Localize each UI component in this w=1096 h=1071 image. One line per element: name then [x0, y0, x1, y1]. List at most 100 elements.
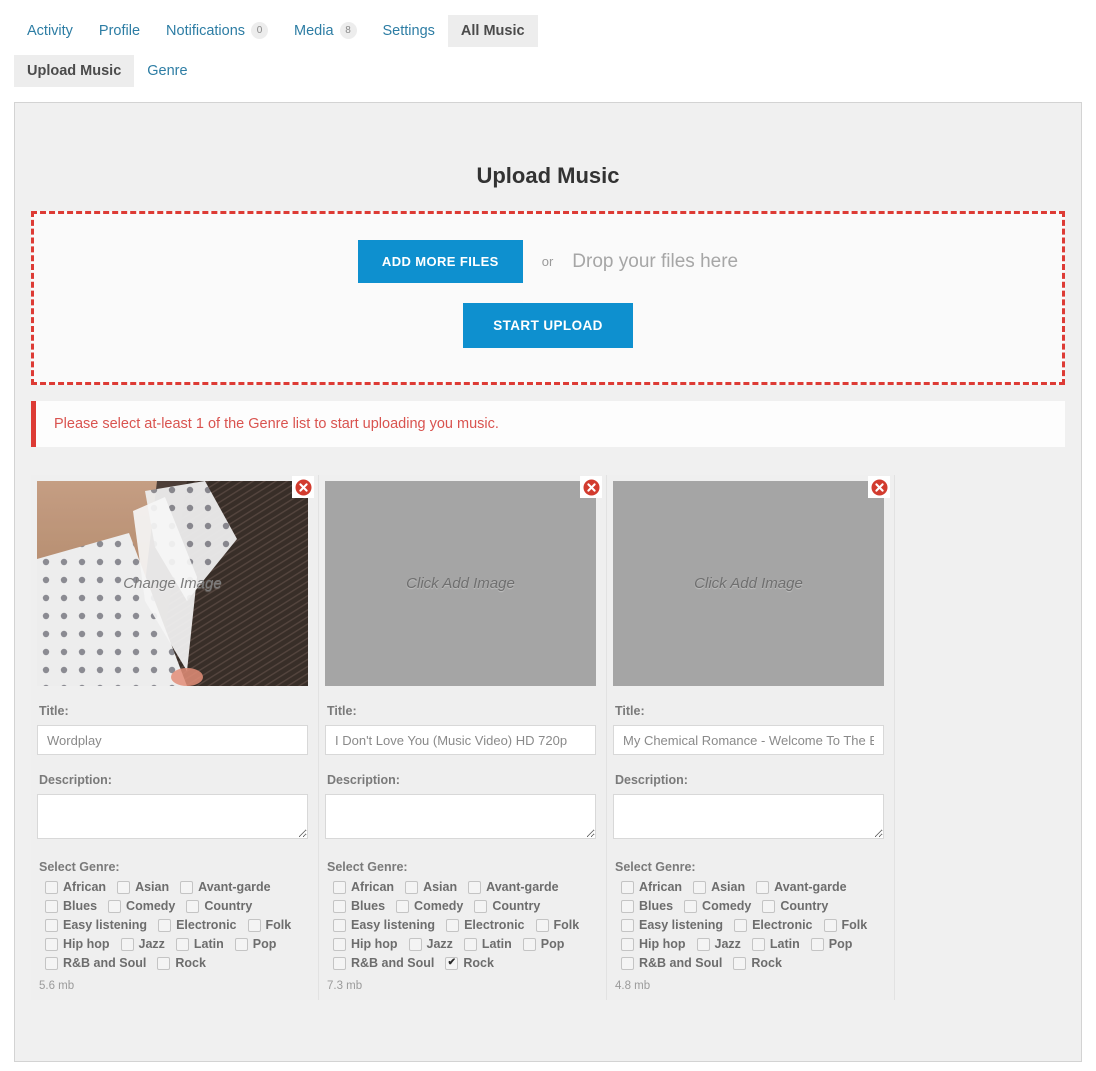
genre-option-pop[interactable]: Pop	[522, 937, 564, 951]
genre-checkbox[interactable]	[333, 918, 346, 932]
genre-checkbox[interactable]	[117, 880, 131, 894]
genre-checkbox[interactable]	[186, 899, 200, 913]
genre-checkbox[interactable]	[621, 956, 634, 970]
genre-checkbox[interactable]	[180, 880, 194, 894]
genre-option-r-b-and-soul[interactable]: R&B and Soul	[621, 956, 722, 970]
genre-checkbox[interactable]	[45, 880, 58, 894]
genre-option-easy-listening[interactable]: Easy listening	[333, 918, 435, 932]
genre-option-country[interactable]: Country	[762, 899, 828, 913]
genre-checkbox[interactable]	[445, 956, 459, 970]
genre-checkbox[interactable]	[474, 899, 488, 913]
remove-file-button[interactable]	[292, 476, 314, 498]
genre-option-electronic[interactable]: Electronic	[158, 918, 237, 932]
title-input[interactable]	[613, 725, 884, 755]
image-picker[interactable]: Click Add Image	[613, 481, 884, 686]
genre-checkbox[interactable]	[234, 937, 248, 951]
genre-option-jazz[interactable]: Jazz	[408, 937, 453, 951]
genre-option-latin[interactable]: Latin	[751, 937, 800, 951]
remove-file-button[interactable]	[580, 476, 602, 498]
genre-checkbox[interactable]	[45, 937, 58, 951]
genre-option-blues[interactable]: Blues	[621, 899, 673, 913]
genre-option-latin[interactable]: Latin	[175, 937, 224, 951]
genre-option-jazz[interactable]: Jazz	[696, 937, 741, 951]
nav-item-profile[interactable]: Profile	[86, 15, 153, 47]
genre-option-avant-garde[interactable]: Avant-garde	[468, 880, 559, 894]
genre-checkbox[interactable]	[696, 937, 710, 951]
genre-option-folk[interactable]: Folk	[823, 918, 867, 932]
genre-option-asian[interactable]: Asian	[405, 880, 457, 894]
start-upload-button[interactable]: START UPLOAD	[463, 303, 633, 348]
genre-option-rock[interactable]: Rock	[733, 956, 782, 970]
nav-item-settings[interactable]: Settings	[370, 15, 448, 47]
genre-checkbox[interactable]	[247, 918, 261, 932]
genre-checkbox[interactable]	[120, 937, 134, 951]
genre-option-hip-hop[interactable]: Hip hop	[45, 937, 110, 951]
genre-checkbox[interactable]	[45, 956, 58, 970]
genre-option-easy-listening[interactable]: Easy listening	[45, 918, 147, 932]
title-input[interactable]	[37, 725, 308, 755]
description-textarea[interactable]	[613, 794, 884, 839]
genre-option-r-b-and-soul[interactable]: R&B and Soul	[45, 956, 146, 970]
genre-checkbox[interactable]	[621, 899, 634, 913]
genre-option-easy-listening[interactable]: Easy listening	[621, 918, 723, 932]
genre-checkbox[interactable]	[468, 880, 482, 894]
remove-file-button[interactable]	[868, 476, 890, 498]
genre-option-asian[interactable]: Asian	[117, 880, 169, 894]
genre-checkbox[interactable]	[108, 899, 122, 913]
genre-checkbox[interactable]	[751, 937, 765, 951]
genre-checkbox[interactable]	[756, 880, 770, 894]
genre-checkbox[interactable]	[45, 899, 58, 913]
genre-checkbox[interactable]	[733, 956, 747, 970]
genre-checkbox[interactable]	[621, 880, 634, 894]
genre-option-latin[interactable]: Latin	[463, 937, 512, 951]
image-picker[interactable]: Click Add Image	[325, 481, 596, 686]
genre-checkbox[interactable]	[396, 899, 410, 913]
genre-checkbox[interactable]	[157, 956, 171, 970]
genre-option-electronic[interactable]: Electronic	[734, 918, 813, 932]
genre-checkbox[interactable]	[762, 899, 776, 913]
genre-option-comedy[interactable]: Comedy	[108, 899, 175, 913]
genre-checkbox[interactable]	[408, 937, 422, 951]
genre-option-comedy[interactable]: Comedy	[684, 899, 751, 913]
file-dropzone[interactable]: ADD MORE FILES or Drop your files here S…	[31, 211, 1065, 385]
genre-option-african[interactable]: African	[621, 880, 682, 894]
nav-item-all-music[interactable]: All Music	[447, 14, 538, 47]
nav-item-notifications[interactable]: Notifications 0	[153, 14, 281, 47]
genre-option-avant-garde[interactable]: Avant-garde	[180, 880, 271, 894]
genre-checkbox[interactable]	[810, 937, 824, 951]
genre-option-african[interactable]: African	[45, 880, 106, 894]
genre-checkbox[interactable]	[446, 918, 460, 932]
genre-checkbox[interactable]	[535, 918, 549, 932]
genre-checkbox[interactable]	[175, 937, 189, 951]
add-more-files-button[interactable]: ADD MORE FILES	[357, 240, 523, 283]
nav-item-activity[interactable]: Activity	[14, 15, 86, 47]
genre-option-country[interactable]: Country	[474, 899, 540, 913]
genre-option-comedy[interactable]: Comedy	[396, 899, 463, 913]
genre-checkbox[interactable]	[463, 937, 477, 951]
subnav-item-upload-music[interactable]: Upload Music	[14, 55, 135, 87]
genre-option-jazz[interactable]: Jazz	[120, 937, 165, 951]
genre-option-pop[interactable]: Pop	[234, 937, 276, 951]
genre-option-folk[interactable]: Folk	[247, 918, 291, 932]
genre-checkbox[interactable]	[684, 899, 698, 913]
genre-checkbox[interactable]	[405, 880, 419, 894]
title-input[interactable]	[325, 725, 596, 755]
genre-checkbox[interactable]	[823, 918, 837, 932]
genre-checkbox[interactable]	[333, 880, 346, 894]
genre-checkbox[interactable]	[333, 937, 346, 951]
genre-checkbox[interactable]	[333, 956, 346, 970]
image-picker[interactable]: Change Image	[37, 481, 308, 686]
genre-option-hip-hop[interactable]: Hip hop	[621, 937, 686, 951]
genre-option-rock[interactable]: Rock	[445, 956, 494, 970]
genre-option-blues[interactable]: Blues	[333, 899, 385, 913]
genre-option-hip-hop[interactable]: Hip hop	[333, 937, 398, 951]
genre-option-country[interactable]: Country	[186, 899, 252, 913]
genre-option-folk[interactable]: Folk	[535, 918, 579, 932]
genre-option-electronic[interactable]: Electronic	[446, 918, 525, 932]
genre-option-african[interactable]: African	[333, 880, 394, 894]
description-textarea[interactable]	[37, 794, 308, 839]
genre-option-asian[interactable]: Asian	[693, 880, 745, 894]
genre-checkbox[interactable]	[45, 918, 58, 932]
genre-option-pop[interactable]: Pop	[810, 937, 852, 951]
genre-option-blues[interactable]: Blues	[45, 899, 97, 913]
